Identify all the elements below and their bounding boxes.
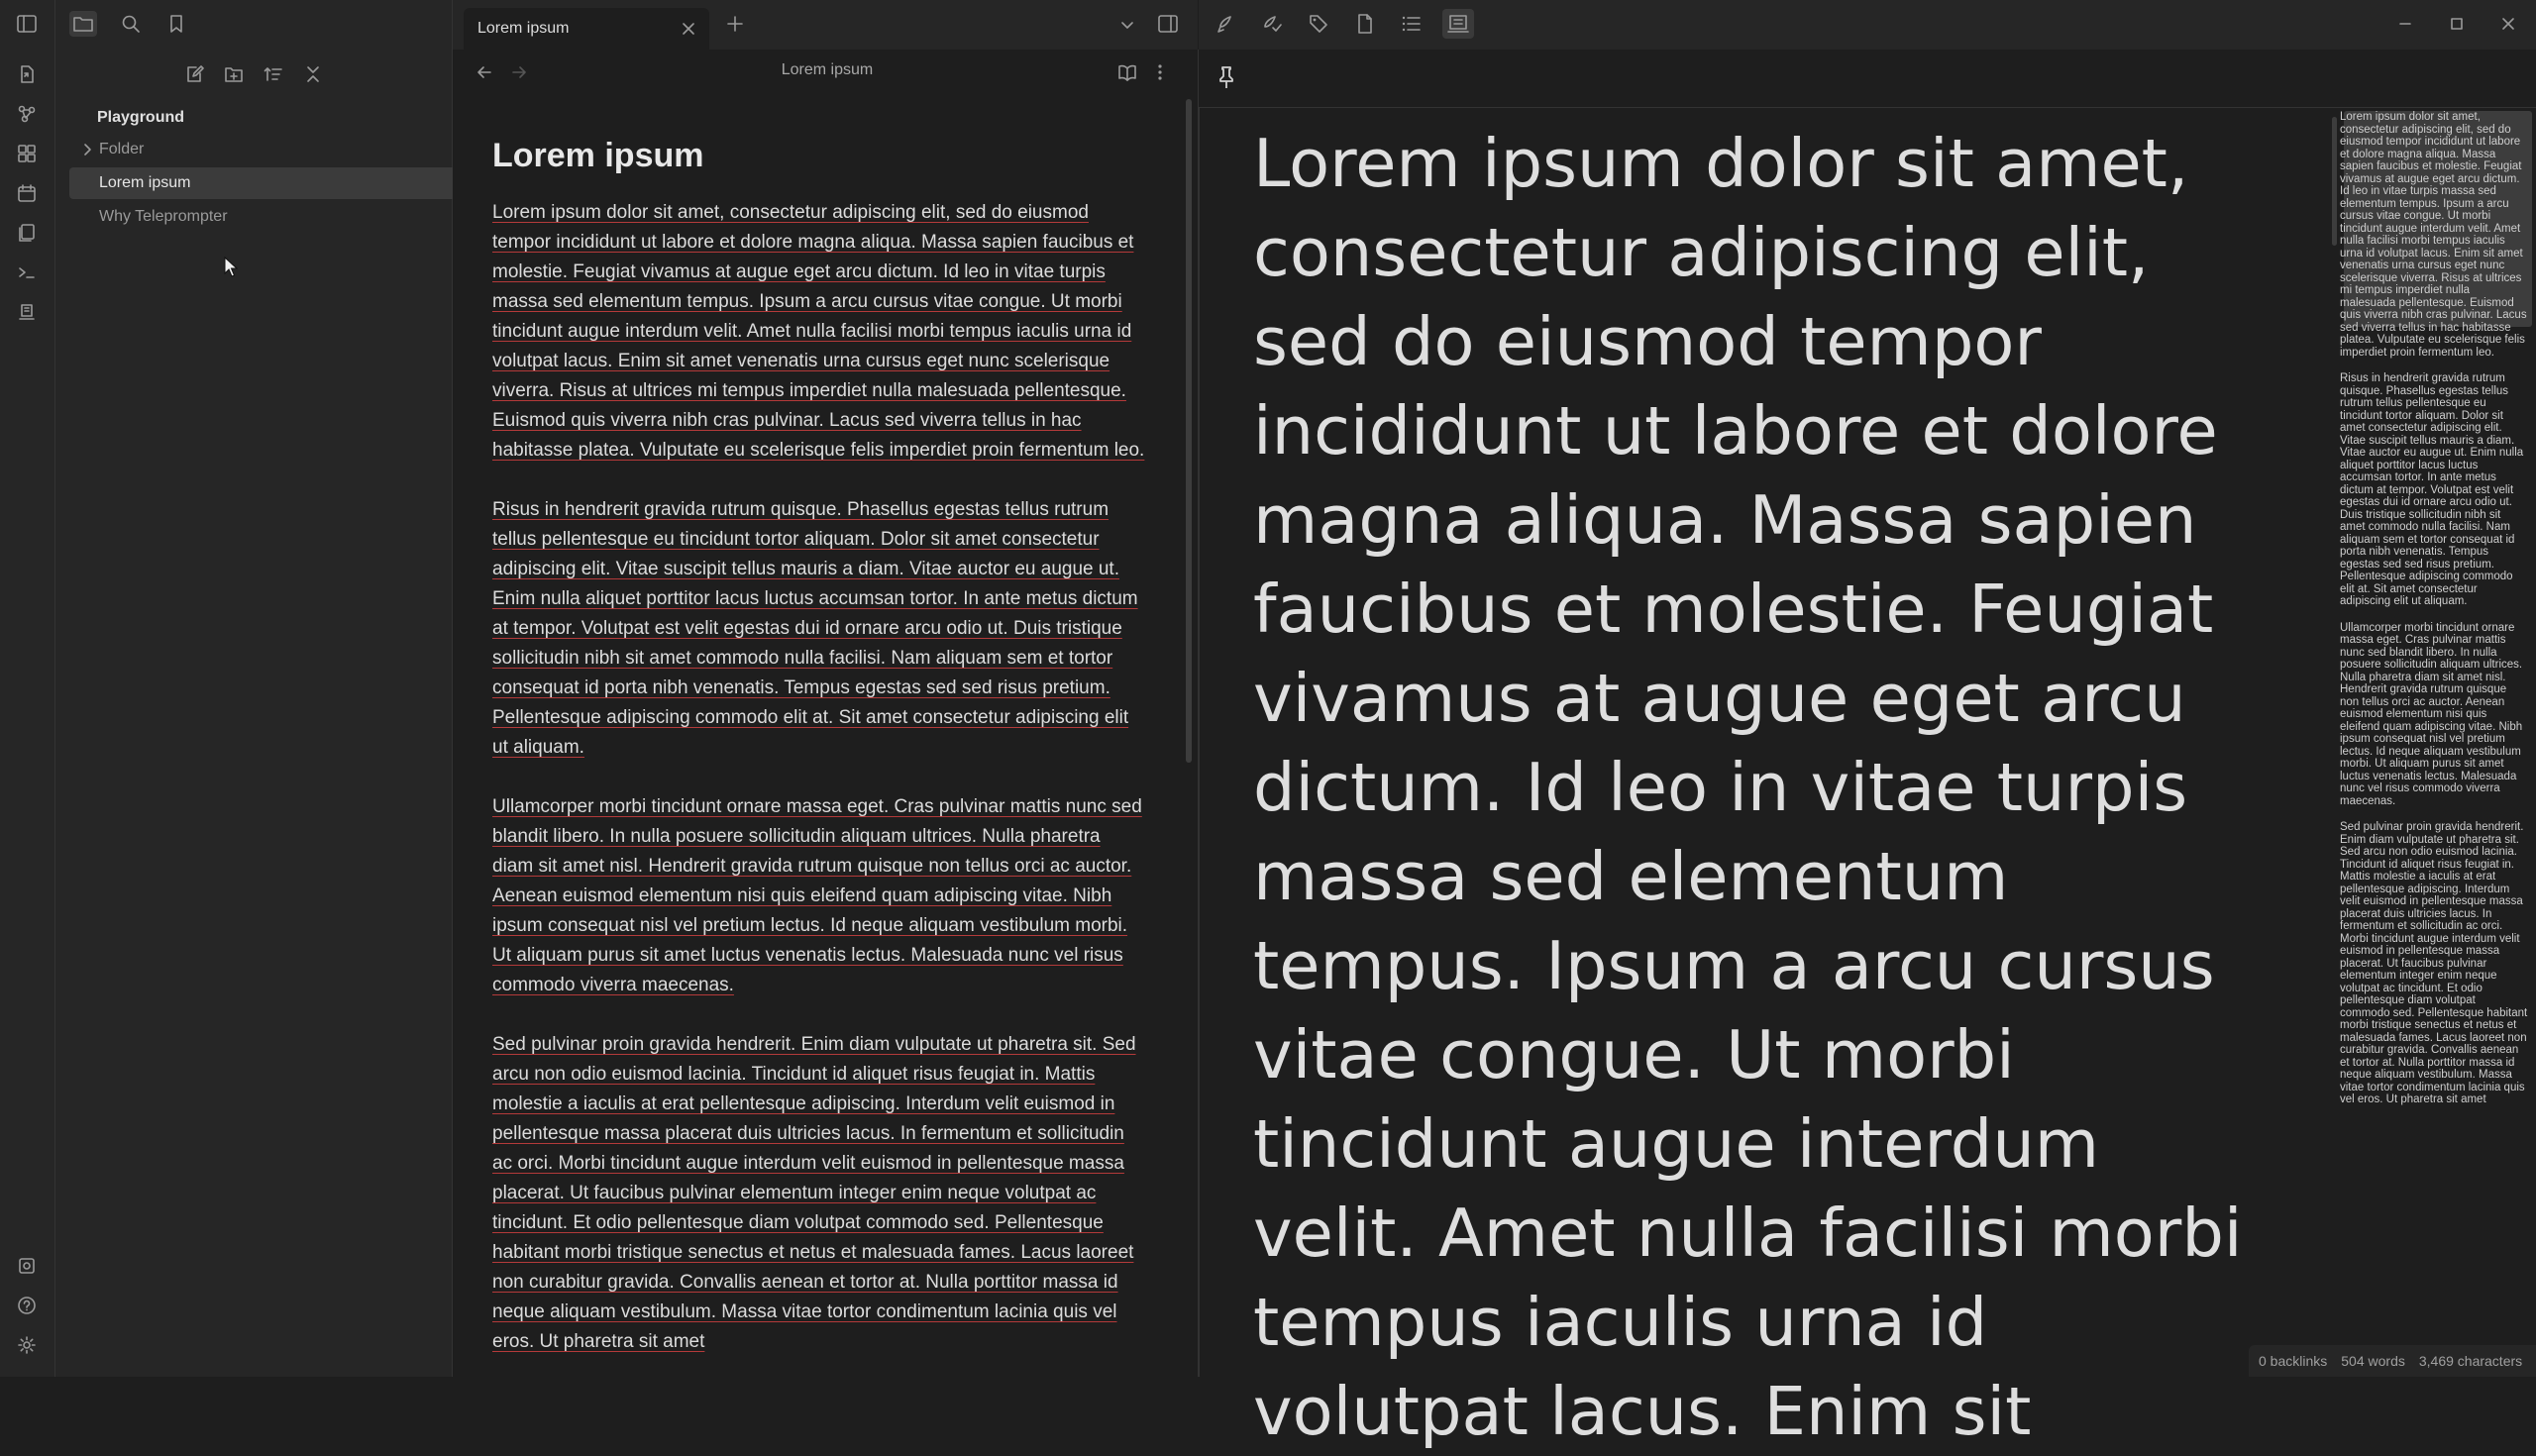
bookmark-icon[interactable] xyxy=(162,11,190,37)
status-character-count: 3,469 characters xyxy=(2418,1353,2523,1369)
window-close-icon[interactable] xyxy=(2496,12,2520,36)
reading-view-book-icon[interactable] xyxy=(1117,62,1137,82)
more-options-icon[interactable] xyxy=(1154,62,1166,82)
file-explorer-sidebar: Playground Folder Lorem ipsum Why Telepr… xyxy=(55,0,493,1377)
daily-note-icon[interactable] xyxy=(15,181,39,205)
minimap-paragraph: Sed pulvinar proin gravida hendrerit. En… xyxy=(2340,821,2528,1105)
sync-icon[interactable] xyxy=(1261,13,1283,35)
tree-file-lorem-ipsum[interactable]: Lorem ipsum xyxy=(69,167,493,199)
teleprompter-scrollbar[interactable] xyxy=(2332,117,2337,246)
command-palette-icon[interactable] xyxy=(15,260,39,284)
toggle-right-sidebar-icon[interactable] xyxy=(1157,14,1179,34)
search-icon[interactable] xyxy=(117,11,145,37)
tab-lorem-ipsum[interactable]: Lorem ipsum xyxy=(464,8,709,50)
open-quick-switcher-icon[interactable] xyxy=(15,62,39,86)
toggle-sidebar-icon[interactable] xyxy=(15,12,39,36)
files-folder-icon[interactable] xyxy=(69,11,97,37)
editor-scrollbar[interactable] xyxy=(1186,99,1192,763)
file-icon[interactable] xyxy=(1354,13,1376,35)
new-tab-plus-icon[interactable] xyxy=(725,14,745,34)
minimap-paragraph: Ullamcorper morbi tincidunt ornare massa… xyxy=(2340,621,2523,807)
teleprompter-view-icon[interactable] xyxy=(1442,9,1474,39)
mouse-cursor-icon xyxy=(224,257,238,278)
minimap[interactable]: Lorem ipsum dolor sit amet, consectetur … xyxy=(2340,111,2528,1120)
paragraph[interactable]: Sed pulvinar proin gravida hendrerit. En… xyxy=(492,1030,1146,1357)
forward-arrow-icon[interactable] xyxy=(510,63,528,81)
pin-icon[interactable] xyxy=(1215,65,1237,89)
new-folder-icon[interactable] xyxy=(222,62,246,86)
teleprompter-icon[interactable] xyxy=(15,300,39,324)
note-body[interactable]: Lorem ipsum dolor sit amet, consectetur … xyxy=(492,198,1146,1387)
collapse-all-icon[interactable] xyxy=(301,62,325,86)
chevron-right-icon xyxy=(81,134,93,165)
paragraph[interactable]: Ullamcorper morbi tincidunt ornare massa… xyxy=(492,792,1146,1000)
back-arrow-icon[interactable] xyxy=(476,63,493,81)
paragraph[interactable]: Risus in hendrerit gravida rutrum quisqu… xyxy=(492,495,1146,763)
vault-root[interactable]: Playground xyxy=(69,102,493,134)
templates-icon[interactable] xyxy=(15,221,39,245)
graph-view-icon[interactable] xyxy=(15,102,39,126)
teleprompter-text[interactable]: Lorem ipsum dolor sit amet, consectetur … xyxy=(1253,119,2283,1456)
status-word-count: 504 words xyxy=(2341,1353,2405,1369)
close-tab-icon[interactable] xyxy=(680,20,697,38)
right-title-bar xyxy=(1199,0,2536,50)
window-minimize-icon[interactable] xyxy=(2393,12,2417,36)
new-note-icon[interactable] xyxy=(182,62,206,86)
left-ribbon xyxy=(0,0,55,1377)
teleprompter-header xyxy=(1199,50,2536,108)
sort-icon[interactable] xyxy=(262,62,285,86)
settings-gear-icon[interactable] xyxy=(15,1333,39,1357)
publish-icon[interactable] xyxy=(1216,13,1238,35)
pane-divider[interactable] xyxy=(1198,50,1200,1377)
status-backlinks[interactable]: 0 backlinks xyxy=(2259,1353,2327,1369)
tags-icon[interactable] xyxy=(1308,13,1329,35)
help-icon[interactable] xyxy=(15,1294,39,1317)
paragraph[interactable]: Lorem ipsum dolor sit amet, consectetur … xyxy=(492,198,1146,466)
tree-folder[interactable]: Folder xyxy=(69,134,493,165)
canvas-icon[interactable] xyxy=(15,142,39,165)
outline-list-icon[interactable] xyxy=(1401,13,1423,35)
status-bar: 0 backlinks 504 words 3,469 characters xyxy=(2249,1345,2536,1377)
minimap-paragraph: Lorem ipsum dolor sit amet, consectetur … xyxy=(2340,111,2527,359)
minimap-paragraph: Risus in hendrerit gravida rutrum quisqu… xyxy=(2340,372,2524,607)
tab-list-chevron-down-icon[interactable] xyxy=(1117,15,1137,35)
vault-switcher-icon[interactable] xyxy=(15,1254,39,1278)
tree-file-why-teleprompter[interactable]: Why Teleprompter xyxy=(69,201,493,233)
window-maximize-icon[interactable] xyxy=(2445,12,2469,36)
view-header-title[interactable]: Lorem ipsum xyxy=(693,61,961,79)
note-title[interactable]: Lorem ipsum xyxy=(492,137,703,175)
